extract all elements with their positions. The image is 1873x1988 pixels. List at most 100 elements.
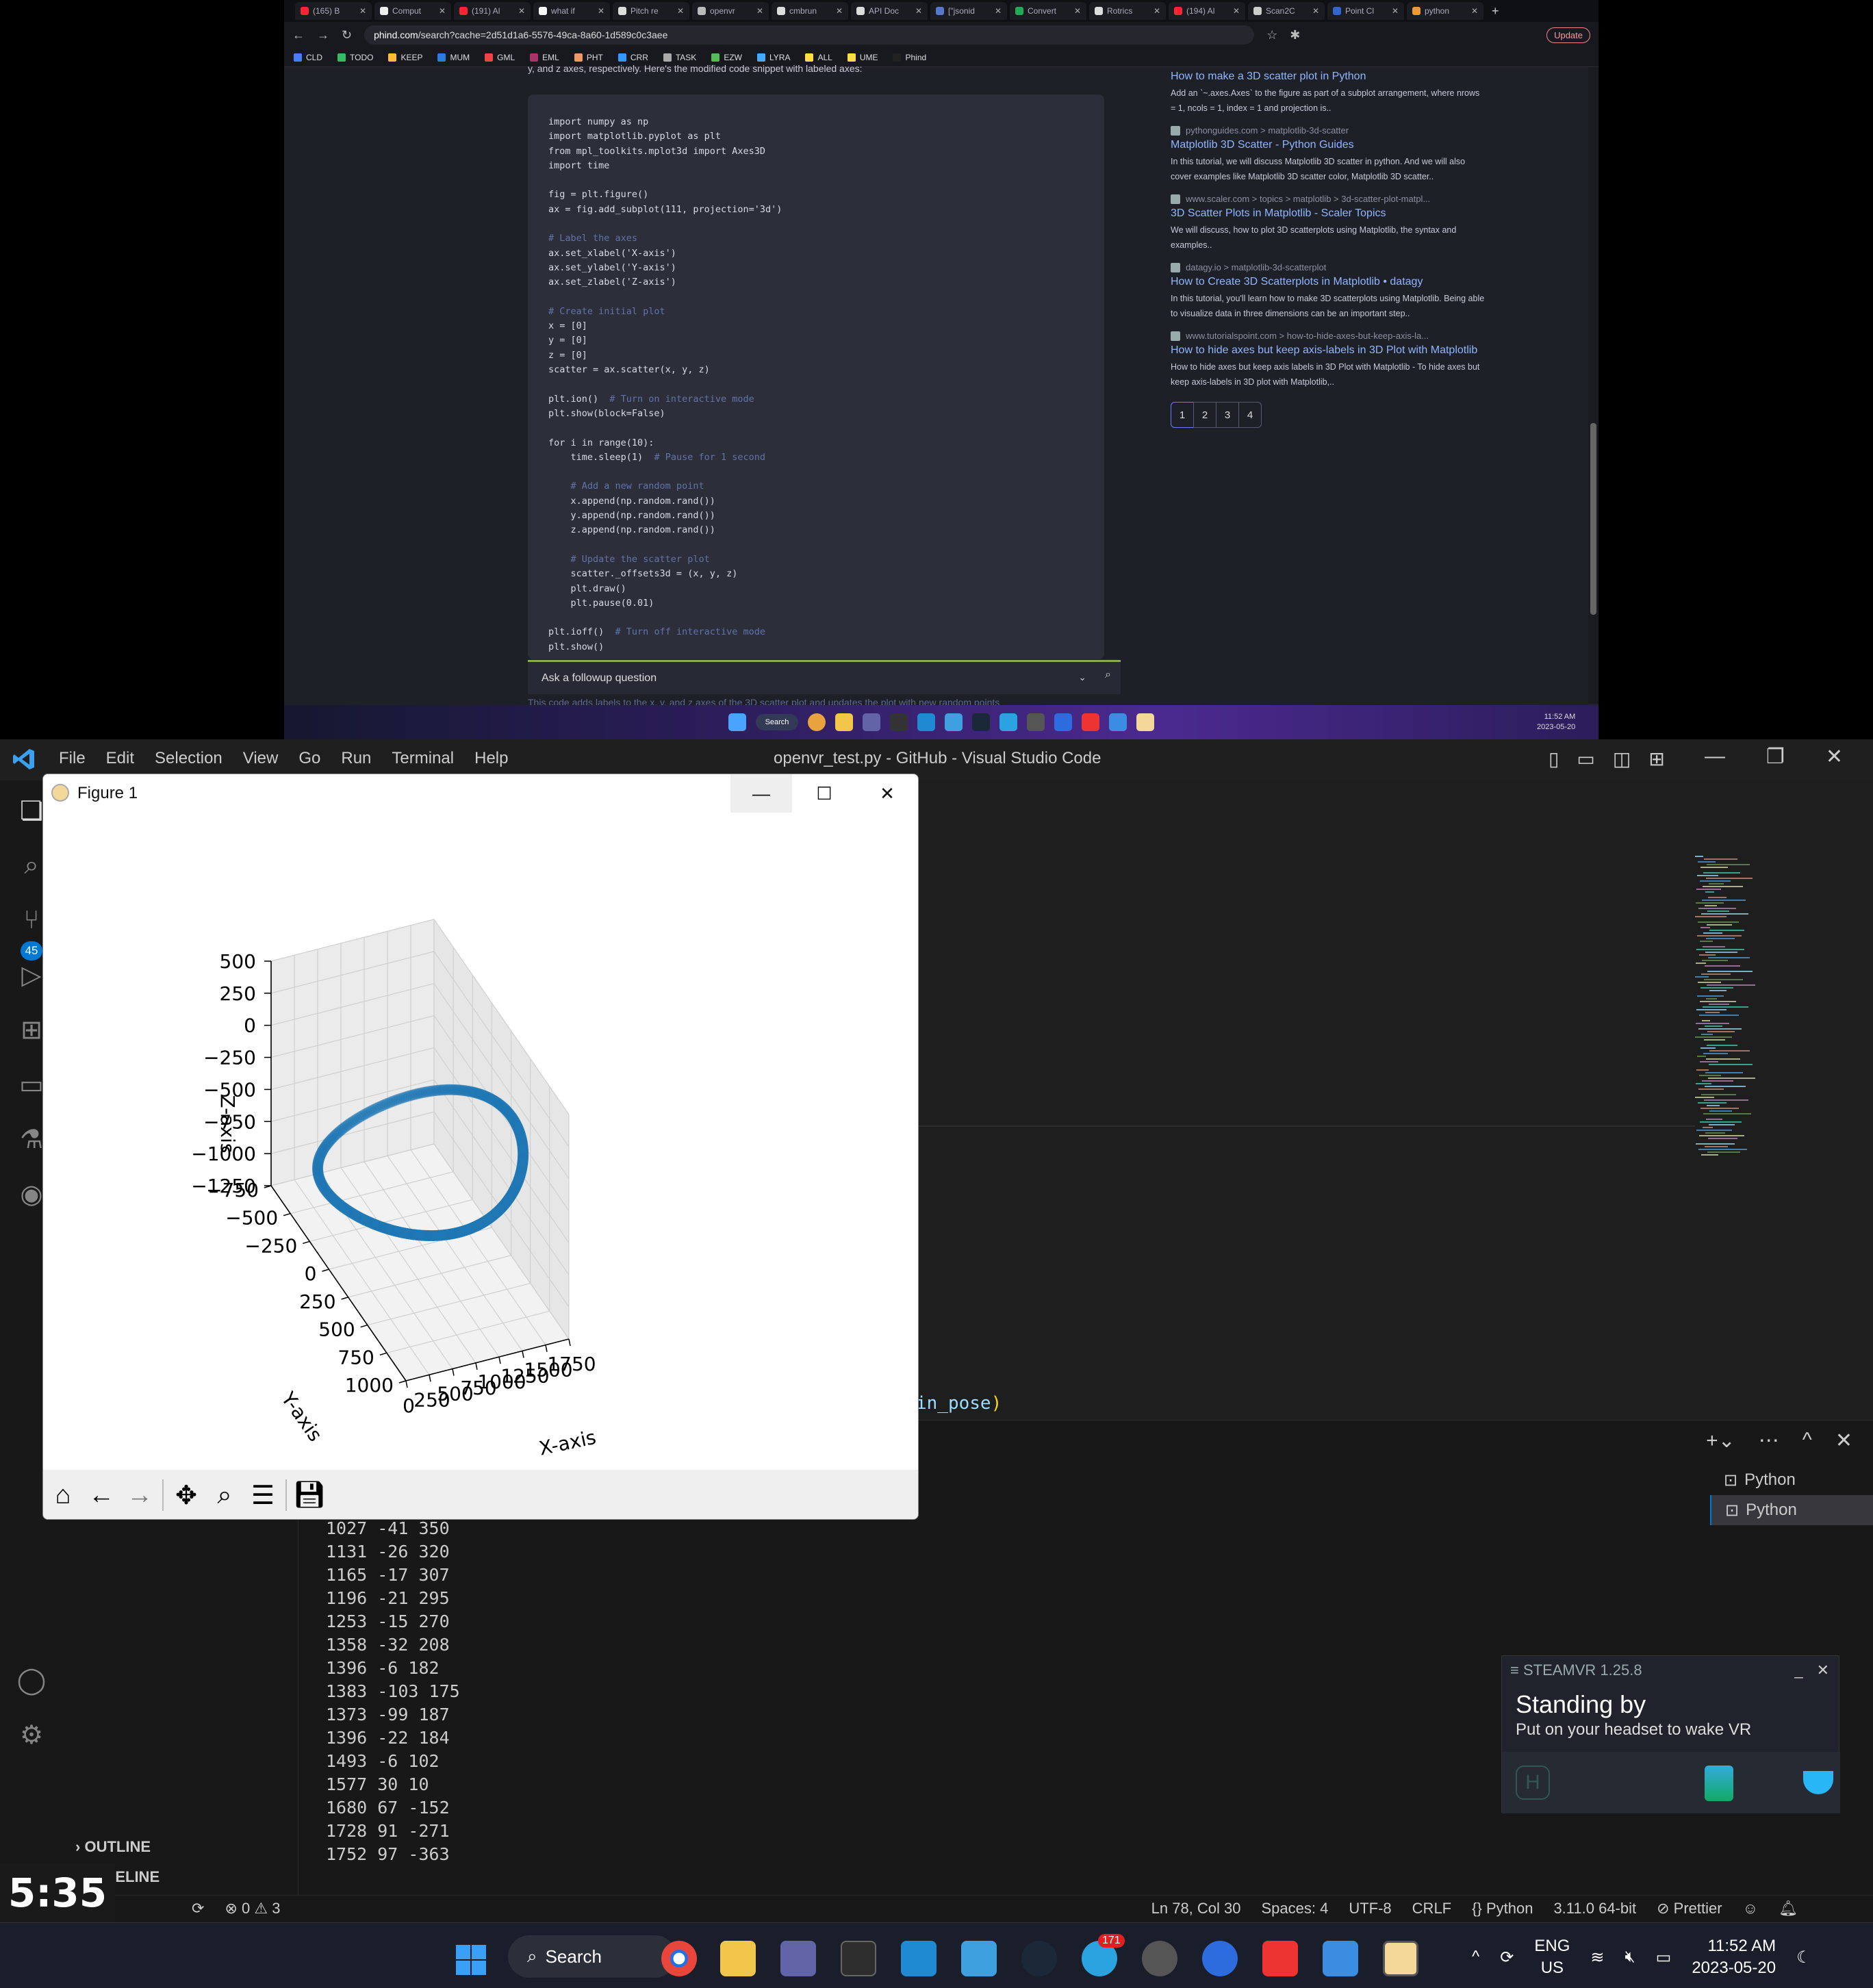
toggle-secondary-icon[interactable]: ◫ xyxy=(1613,748,1631,770)
python-figure-icon[interactable] xyxy=(1383,1941,1418,1976)
browser-tab[interactable]: Rotrics ✕ xyxy=(1089,2,1166,20)
result-title-link[interactable]: 3D Scatter Plots in Matplotlib - Scaler … xyxy=(1171,204,1486,223)
close-icon[interactable]: ✕ xyxy=(856,774,918,813)
telegram-icon[interactable] xyxy=(999,713,1018,731)
teams-icon[interactable] xyxy=(780,1941,816,1976)
python-figure-icon[interactable] xyxy=(1136,713,1155,731)
terminal-instance[interactable]: ⊡ Python xyxy=(1710,1465,1873,1495)
tab-close-icon[interactable]: ✕ xyxy=(598,6,604,16)
tab-close-icon[interactable]: ✕ xyxy=(439,6,446,16)
update-button[interactable]: Update xyxy=(1546,27,1590,43)
photos-icon[interactable] xyxy=(1109,713,1127,731)
forward-icon[interactable]: → xyxy=(317,28,329,42)
minimize-icon[interactable]: _ xyxy=(1794,1661,1802,1679)
bookmark-item[interactable]: CLD xyxy=(294,53,322,62)
manage-gear-icon[interactable]: ⚙ xyxy=(15,1718,48,1751)
battery-icon[interactable]: ▭ xyxy=(1656,1948,1672,1967)
page-button[interactable]: 3 xyxy=(1216,402,1239,428)
close-icon[interactable]: ✕ xyxy=(1817,1661,1829,1679)
chrome-icon[interactable] xyxy=(661,1941,697,1976)
zoom-icon[interactable]: ⌕ xyxy=(209,1479,240,1511)
new-terminal-icon[interactable]: +⌄ xyxy=(1706,1429,1735,1453)
back-icon[interactable]: ← xyxy=(292,28,305,42)
maximize-icon[interactable]: ☐ xyxy=(793,774,855,813)
browser-tab[interactable]: python ✕ xyxy=(1407,2,1483,20)
restore-icon[interactable]: ❐ xyxy=(1766,745,1785,769)
menu-go[interactable]: Go xyxy=(298,749,320,768)
sync-icon[interactable]: ⟳ xyxy=(192,1900,204,1917)
terminal-icon[interactable] xyxy=(841,1941,876,1976)
bookmark-item[interactable]: Phind xyxy=(893,53,926,62)
tab-close-icon[interactable]: ✕ xyxy=(359,6,366,16)
maximize-panel-icon[interactable]: ^ xyxy=(1802,1429,1812,1453)
vscode-icon[interactable] xyxy=(901,1941,936,1976)
terminal-instance[interactable]: ⊡ Python xyxy=(1710,1495,1873,1525)
volume-muted-icon[interactable]: 🔇︎ xyxy=(1625,1948,1635,1967)
plot-canvas[interactable]: 0250500750100012501500175010007505002500… xyxy=(43,813,919,1470)
bookmark-item[interactable]: EZW xyxy=(711,53,742,62)
bookmark-item[interactable]: KEEP xyxy=(388,53,422,62)
tab-close-icon[interactable]: ✕ xyxy=(1074,6,1081,16)
search-icon[interactable]: ⌕ xyxy=(1105,669,1111,681)
home-icon[interactable]: ⌂ xyxy=(47,1479,79,1511)
result-title-link[interactable]: How to hide axes but keep axis-labels in… xyxy=(1171,341,1486,360)
taskbar-search[interactable]: ⌕ Search xyxy=(508,1935,676,1978)
tab-close-icon[interactable]: ✕ xyxy=(1392,6,1399,16)
tab-close-icon[interactable]: ✕ xyxy=(1154,6,1160,16)
wifi-icon[interactable]: ≋ xyxy=(1590,1948,1604,1967)
page-button[interactable]: 2 xyxy=(1193,402,1216,428)
bookmark-item[interactable]: UME xyxy=(847,53,878,62)
terminal-output[interactable]: 1027 -41 350 1131 -26 320 1165 -17 307 1196… xyxy=(326,1517,460,1866)
language-indicator[interactable]: ENG US xyxy=(1534,1935,1570,1979)
toggle-panel-icon[interactable]: ▭ xyxy=(1577,748,1594,770)
browser-tab[interactable]: (191) Al ✕ xyxy=(454,2,531,20)
sync-icon[interactable]: ⟳ xyxy=(1500,1948,1514,1967)
customize-layout-icon[interactable]: ⊞ xyxy=(1648,748,1664,770)
bookmark-item[interactable]: TASK xyxy=(663,53,696,62)
menu-edit[interactable]: Edit xyxy=(106,749,134,768)
outline-section[interactable]: › OUTLINE xyxy=(75,1838,151,1856)
vr-icon[interactable] xyxy=(1202,1941,1238,1976)
menu-selection[interactable]: Selection xyxy=(155,749,222,768)
bookmark-item[interactable]: LYRA xyxy=(756,53,790,62)
bookmark-item[interactable]: MUM xyxy=(437,53,470,62)
forward-icon[interactable]: → xyxy=(124,1479,155,1511)
extensions-icon[interactable]: ✱ xyxy=(1290,28,1300,42)
settings-icon[interactable] xyxy=(1142,1941,1177,1976)
vscode-icon[interactable] xyxy=(917,713,936,731)
browser-tab[interactable]: cmbrun ✕ xyxy=(772,2,848,20)
browser-tab[interactable]: Comput ✕ xyxy=(374,2,451,20)
menu-run[interactable]: Run xyxy=(341,749,371,768)
indentation[interactable]: Spaces: 4 xyxy=(1262,1900,1329,1917)
tab-close-icon[interactable]: ✕ xyxy=(915,6,922,16)
configure-icon[interactable]: ☰ xyxy=(247,1479,279,1511)
steam-icon[interactable] xyxy=(972,713,991,731)
tab-close-icon[interactable]: ✕ xyxy=(677,6,684,16)
more-actions-icon[interactable]: ⋯ xyxy=(1759,1429,1779,1453)
language-mode[interactable]: {} Python xyxy=(1472,1900,1533,1917)
tab-close-icon[interactable]: ✕ xyxy=(1312,6,1319,16)
tab-close-icon[interactable]: ✕ xyxy=(836,6,843,16)
bookmark-item[interactable]: GML xyxy=(485,53,515,62)
line-endings[interactable]: CRLF xyxy=(1412,1900,1451,1917)
python-interpreter[interactable]: 3.11.0 64-bit xyxy=(1553,1900,1636,1917)
result-title-link[interactable]: How to make a 3D scatter plot in Python xyxy=(1171,67,1486,86)
chrome-icon[interactable] xyxy=(808,713,826,731)
page-button[interactable]: 4 xyxy=(1238,402,1262,428)
paint-icon[interactable] xyxy=(1082,713,1100,731)
accounts-icon[interactable]: ◯ xyxy=(15,1664,48,1696)
tab-close-icon[interactable]: ✕ xyxy=(518,6,525,16)
bookmark-star-icon[interactable]: ☆ xyxy=(1266,28,1277,42)
menu-terminal[interactable]: Terminal xyxy=(392,749,454,768)
result-title-link[interactable]: Matplotlib 3D Scatter - Python Guides xyxy=(1171,136,1486,155)
browser-tab[interactable]: ["jsonid ✕ xyxy=(930,2,1007,20)
chevron-up-icon[interactable]: ^ xyxy=(1472,1948,1479,1967)
settings-icon[interactable] xyxy=(1027,713,1045,731)
reload-icon[interactable]: ↻ xyxy=(342,28,352,42)
cursor-position[interactable]: Ln 78, Col 30 xyxy=(1151,1900,1241,1917)
steam-icon[interactable] xyxy=(1021,1941,1057,1976)
photos-icon[interactable] xyxy=(1323,1941,1358,1976)
browser-tab[interactable]: (165) B ✕ xyxy=(295,2,372,20)
bookmark-item[interactable]: EML xyxy=(530,53,559,62)
menu-help[interactable]: Help xyxy=(474,749,508,768)
